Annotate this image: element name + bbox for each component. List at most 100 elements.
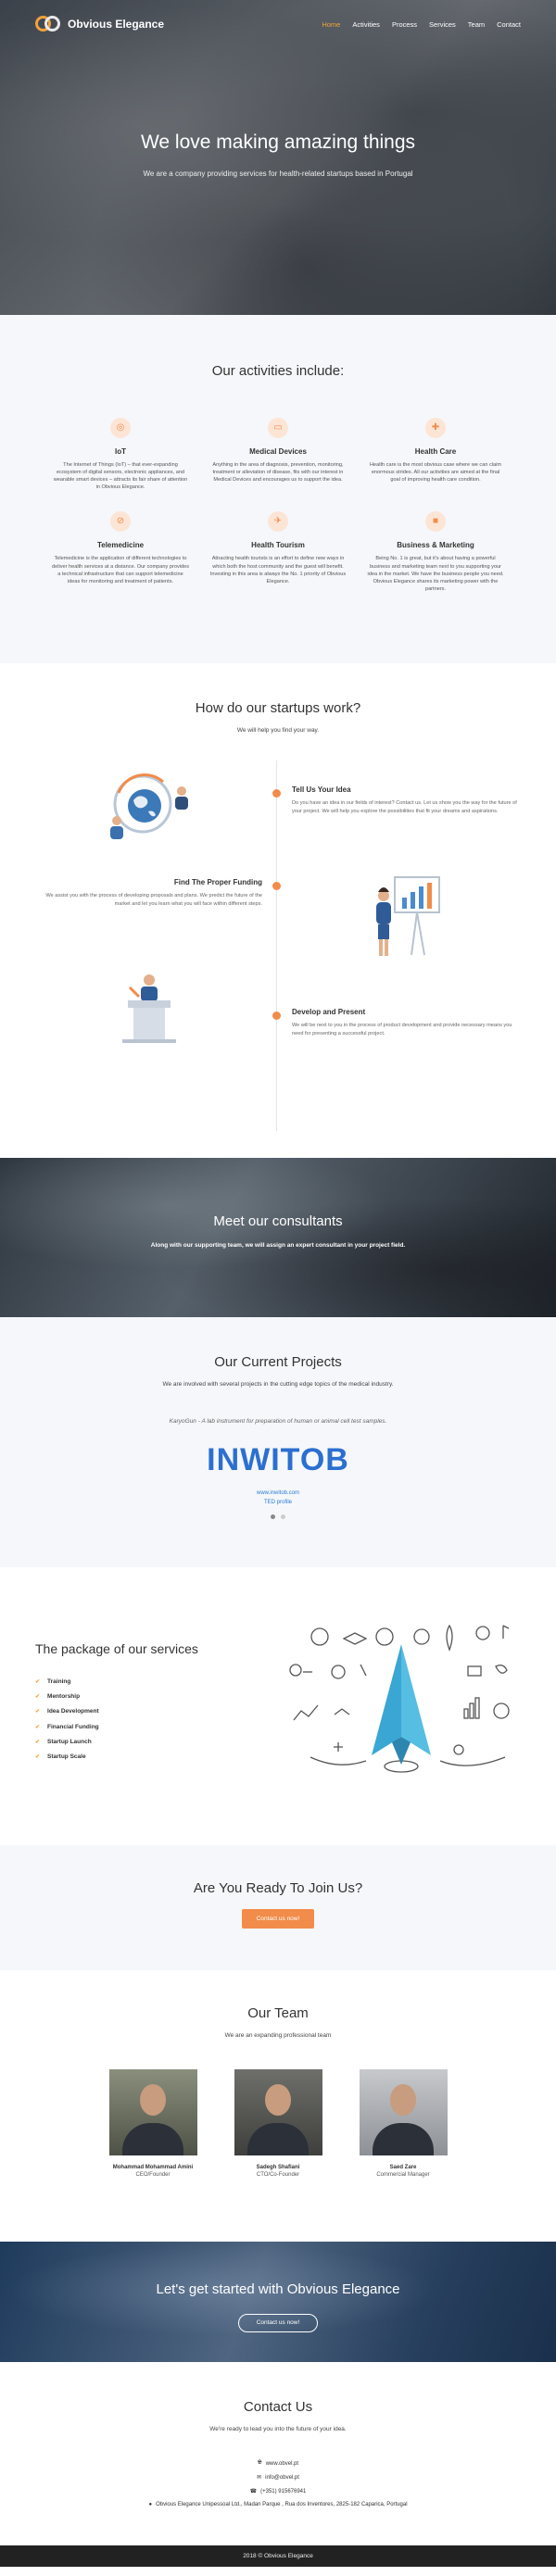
activity-text: Anything in the area of diagnosis, preve… (212, 462, 344, 484)
carousel-dots (0, 1514, 556, 1519)
team-members: Mohammad Mohammad Amini CEO/Founder Sade… (0, 2069, 556, 2178)
timeline-dot (272, 1012, 281, 1020)
join-contact-button[interactable]: Contact us now! (241, 1909, 315, 1929)
team-member: Mohammad Mohammad Amini CEO/Founder (108, 2069, 197, 2178)
step-title: Develop and Present (292, 1008, 366, 1016)
activities-section: Our activities include: ◎ IoT The Intern… (0, 315, 556, 663)
how-subtitle: We will help you find your way. (236, 727, 320, 734)
activities-grid: ◎ IoT The Internet of Things (IoT) – tha… (0, 418, 556, 593)
contact-web[interactable]: 🌐︎ www.obvel.pt (0, 2460, 556, 2467)
member-photo (359, 2069, 448, 2155)
join-title: Are You Ready To Join Us? (193, 1880, 363, 1896)
ambulance-icon: ▭ (268, 418, 288, 438)
project-quote: KaryoGun - A lab instrument for preparat… (169, 1418, 387, 1425)
package-item: ✔ Mentorship (35, 1693, 81, 1701)
consultants-title: Meet our consultants (213, 1213, 343, 1229)
step-text: We assist you with the process of develo… (45, 893, 262, 907)
member-name: Sadegh Shafiani (256, 2165, 300, 2170)
activity-item: ✈ Health Tourism Attracting health touri… (208, 511, 348, 593)
step-text: Do you have an idea in our fields of int… (292, 800, 517, 814)
package-item: ✔ Startup Scale (35, 1753, 86, 1760)
member-photo (108, 2069, 197, 2155)
activity-item: ✚ Health Care Health care is the most ob… (366, 418, 505, 491)
contact-section: Contact Us We're ready to lead you into … (0, 2362, 556, 2545)
contact-email[interactable]: ✉ info@obvel.pt (0, 2474, 556, 2482)
inwitob-logo-text: INWITOB (207, 1442, 349, 1475)
logo-mark-icon (35, 12, 63, 36)
step-tell-idea: Tell Us Your Idea Do you have an idea in… (292, 785, 519, 815)
carousel-dot[interactable] (271, 1514, 275, 1519)
activity-title: Health Care (414, 447, 457, 456)
hero-title: We love making amazing things (140, 132, 416, 153)
projects-title: Our Current Projects (214, 1354, 342, 1370)
cta-contact-button[interactable]: Contact us now! (238, 2314, 318, 2332)
cta-title: Let's get started with Obvious Elegance (156, 2281, 400, 2297)
footer: 2018 © Obvious Elegance (0, 2545, 556, 2567)
contact-title: Contact Us (243, 2399, 313, 2415)
nav-team[interactable]: Team (468, 20, 485, 29)
activity-title: Telemedicine (96, 541, 145, 550)
team-section: Our Team We are an expanding professiona… (0, 1970, 556, 2242)
paper-plane-illustration (289, 1624, 510, 1773)
microchip-icon: ◎ (110, 418, 131, 438)
package-item: ✔ Financial Funding (35, 1723, 99, 1730)
step-text: We will be next to you in the process of… (292, 1023, 512, 1037)
stethoscope-icon: ⊘ (110, 511, 131, 533)
activity-title: IoT (115, 447, 126, 456)
carousel-dot[interactable] (281, 1514, 285, 1519)
contact-subtitle: We're ready to lead you into the future … (209, 2426, 347, 2432)
map-marker-icon: ● (148, 2502, 153, 2507)
check-icon: ✔ (35, 1753, 41, 1760)
envelope-icon: ✉ (257, 2475, 262, 2481)
inwitob-logo: INWITOB (207, 1442, 349, 1477)
activity-text: Health care is the most obvious case whe… (369, 462, 502, 484)
activity-item: ◎ IoT The Internet of Things (IoT) – tha… (51, 418, 190, 491)
first-aid-kit-icon: ✚ (425, 418, 446, 438)
brand-logo[interactable]: Obvious Elegance (35, 12, 164, 36)
contact-phone[interactable]: ☎ (+351) 915676941 (0, 2488, 556, 2495)
activity-title: Medical Devices (249, 447, 307, 456)
team-member: Sadegh Shafiani CTO/Co-Founder (234, 2069, 322, 2178)
activity-title: Health Tourism (251, 541, 305, 550)
activity-text: The Internet of Things (IoT) – that ever… (53, 462, 188, 491)
check-icon: ✔ (35, 1679, 41, 1685)
consultants-subtitle: Along with our supporting team, we will … (150, 1242, 406, 1249)
contact-address: ● Obvious Elegance Unipessoal Ltd., Madan… (148, 2502, 408, 2507)
nav-contact[interactable]: Contact (497, 20, 521, 29)
main-menu: Home Activities Process Services Team Co… (322, 20, 521, 29)
cta-section: Let's get started with Obvious Elegance … (0, 2242, 556, 2362)
activity-item: ■ Business & Marketing Being No. 1 is gr… (366, 511, 505, 593)
team-subtitle: We are an expanding professional team (224, 2032, 332, 2039)
member-role: CEO/Founder (135, 2172, 171, 2178)
hero-subtitle: We are a company providing services for … (143, 170, 413, 178)
step-funding: Find The Proper Funding We assist you wi… (35, 878, 262, 908)
package-item: ✔ Training (35, 1678, 71, 1685)
nav-process[interactable]: Process (392, 20, 417, 29)
member-role: Commercial Manager (376, 2172, 430, 2178)
activity-text: Being No. 1 is great, but it's about hav… (367, 556, 504, 592)
step-title: Tell Us Your Idea (292, 785, 351, 794)
brand-name: Obvious Elegance (68, 18, 165, 31)
activity-text: Attracting health tourists is an effort … (209, 556, 347, 584)
package-item: ✔ Startup Launch (35, 1738, 92, 1745)
timeline-dot (272, 789, 281, 798)
team-member: Saed Zare Commercial Manager (359, 2069, 448, 2178)
top-navbar: Obvious Elegance Home Activities Process… (0, 0, 556, 48)
plane-icon: ✈ (268, 511, 288, 533)
how-section: How do our startups work? We will help y… (0, 663, 556, 1158)
nav-activities[interactable]: Activities (352, 20, 380, 29)
activity-item: ▭ Medical Devices Anything in the area o… (208, 418, 348, 491)
briefcase-icon: ■ (425, 511, 446, 533)
nav-services[interactable]: Services (429, 20, 456, 29)
package-list: ✔ Training ✔ Mentorship ✔ Idea Development … (35, 1678, 99, 1768)
podium-speaker-illustration (122, 974, 176, 1043)
project-profile-link[interactable]: TED profile (0, 1500, 556, 1505)
phone-icon: ☎ (249, 2489, 258, 2494)
package-item: ✔ Idea Development (35, 1708, 99, 1715)
activity-text: Telemedicine is the application of diffe… (52, 556, 189, 584)
projects-subtitle: We are involved with several projects in… (162, 1381, 394, 1388)
project-link[interactable]: www.inwitob.com (0, 1490, 556, 1496)
check-icon: ✔ (35, 1694, 41, 1701)
nav-home[interactable]: Home (322, 20, 340, 29)
package-title: The package of our services (35, 1641, 198, 1656)
